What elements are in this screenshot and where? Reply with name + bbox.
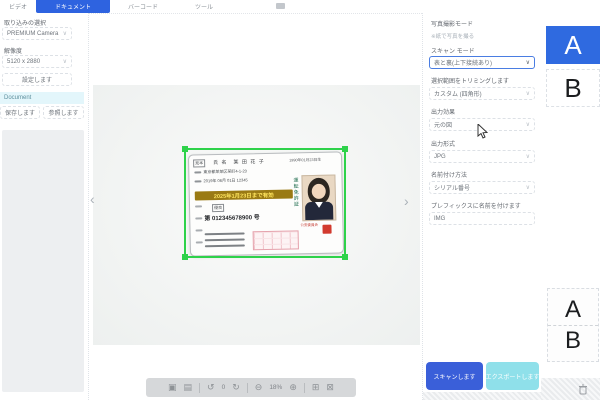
scan-settings-panel: 写真撮影モード ※紙で写真を撮る スキャン モード 表と裏(上下接続あり) ∨ … xyxy=(422,13,543,400)
scan-mode-value: 表と裏(上下接続あり) xyxy=(434,58,492,67)
copy-icon[interactable]: ▤ xyxy=(184,383,193,392)
thumbnail-a-label: A xyxy=(564,30,581,61)
thumbnail-page-a[interactable]: A xyxy=(546,26,600,64)
scan-button-label: スキャンします xyxy=(433,372,475,381)
trim-label: 選択範囲をトリミングします xyxy=(431,76,509,85)
export-button-label: エクスポートします xyxy=(486,372,540,381)
folder-header[interactable]: Document xyxy=(0,92,84,104)
combined-preview[interactable]: A B xyxy=(547,288,599,362)
tab-barcode[interactable]: バーコード xyxy=(120,0,166,13)
prefix-input-value: IMG xyxy=(434,216,445,222)
crop-handle-top-right[interactable] xyxy=(342,146,348,152)
file-list-area[interactable] xyxy=(2,130,84,392)
tab-tools-label: ツール xyxy=(195,2,213,11)
trash-icon[interactable] xyxy=(578,382,588,400)
tab-document[interactable]: ドキュメント xyxy=(36,0,110,13)
fit-icon[interactable]: ⊞ xyxy=(312,383,320,392)
export-button[interactable]: エクスポートします xyxy=(486,362,539,390)
prev-page-arrow[interactable]: ‹ xyxy=(90,194,95,204)
apply-settings-label: 設定します xyxy=(22,75,52,84)
image-icon[interactable]: ▣ xyxy=(168,383,177,392)
toolbar-divider xyxy=(304,383,305,393)
photo-mode-note: ※紙で写真を撮る xyxy=(431,32,474,40)
crop-icon[interactable]: ⊠ xyxy=(326,383,334,392)
mouse-cursor xyxy=(477,124,488,144)
tab-tools[interactable]: ツール xyxy=(186,0,222,13)
apply-settings-button[interactable]: 設定します xyxy=(2,73,72,86)
thumbnail-page-b[interactable]: B xyxy=(546,69,600,107)
chevron-down-icon: ∨ xyxy=(526,90,530,97)
save-button-label: 保存します xyxy=(5,108,35,117)
chevron-down-icon: ∨ xyxy=(526,153,530,160)
combined-preview-top: A xyxy=(565,295,581,325)
thumbnail-bottom-texture xyxy=(541,378,600,400)
zoom-out-icon[interactable]: ⊖ xyxy=(255,383,263,392)
rotate-right-icon[interactable]: ↻ xyxy=(232,383,240,392)
zoom-level-value: 18% xyxy=(269,384,282,391)
output-effect-label: 出力効果 xyxy=(431,107,455,116)
preview-toolbar: ▣ ▤ ↺ 0 ↻ ⊖ 18% ⊕ ⊞ ⊠ xyxy=(146,378,356,397)
resolution-select[interactable]: 5120 x 2880 ∨ xyxy=(2,55,72,68)
chevron-down-icon: ∨ xyxy=(63,58,67,65)
save-button[interactable]: 保存します xyxy=(0,106,40,119)
naming-method-value: シリアル番号 xyxy=(434,183,470,192)
output-format-select[interactable]: JPG ∨ xyxy=(429,150,535,163)
tab-document-label: ドキュメント xyxy=(55,2,91,11)
resolution-label: 解像度 xyxy=(4,46,22,55)
folder-header-label: Document xyxy=(4,95,31,101)
naming-method-label: 名前付け方法 xyxy=(431,170,467,179)
naming-method-select[interactable]: シリアル番号 ∨ xyxy=(429,181,535,194)
top-tab-bar: ビデオ ドキュメント バーコード ツール xyxy=(0,0,600,14)
trim-select[interactable]: カスタム (四角形) ∨ xyxy=(429,87,535,100)
zoom-in-icon[interactable]: ⊕ xyxy=(289,383,297,392)
rotation-value: 0 xyxy=(222,384,226,391)
camera-select[interactable]: PREMIUM Camera ∨ xyxy=(2,27,72,40)
resolution-select-value: 5120 x 2880 xyxy=(7,59,40,65)
tab-barcode-label: バーコード xyxy=(128,2,158,11)
toolbar-divider xyxy=(199,383,200,393)
prefix-input[interactable]: IMG xyxy=(429,212,535,225)
output-format-label: 出力形式 xyxy=(431,139,455,148)
crop-handle-top-left[interactable] xyxy=(182,146,188,152)
output-format-value: JPG xyxy=(434,154,446,160)
scan-mode-label: スキャン モード xyxy=(431,46,475,55)
rotate-left-icon[interactable]: ↺ xyxy=(207,383,215,392)
prefix-label: プレフィックスに名前を付けます xyxy=(431,201,521,210)
trim-value: カスタム (四角形) xyxy=(434,89,482,98)
photo-mode-label[interactable]: 写真撮影モード xyxy=(431,19,473,28)
source-select-label: 取り込みの選択 xyxy=(4,18,46,27)
combined-preview-bottom: B xyxy=(548,325,598,356)
browse-button-label: 参照します xyxy=(48,108,78,117)
crop-handle-bottom-right[interactable] xyxy=(342,254,348,260)
window-icon[interactable] xyxy=(276,3,285,9)
scan-button[interactable]: スキャンします xyxy=(426,362,483,390)
chevron-down-icon: ∨ xyxy=(526,59,530,66)
tab-video[interactable]: ビデオ xyxy=(2,0,34,13)
scan-mode-select[interactable]: 表と裏(上下接続あり) ∨ xyxy=(429,56,535,69)
camera-select-value: PREMIUM Camera xyxy=(7,31,58,37)
thumbnail-b-label: B xyxy=(564,73,581,104)
chevron-down-icon: ∨ xyxy=(63,30,67,37)
toolbar-divider xyxy=(247,383,248,393)
crop-selection-box[interactable] xyxy=(184,148,346,258)
left-settings-panel: 取り込みの選択 PREMIUM Camera ∨ 解像度 5120 x 2880… xyxy=(0,13,89,400)
crop-handle-bottom-left[interactable] xyxy=(182,254,188,260)
browse-button[interactable]: 参照します xyxy=(43,106,84,119)
output-effect-value: 元の図 xyxy=(434,120,452,129)
tab-video-label: ビデオ xyxy=(9,2,27,11)
next-page-arrow[interactable]: › xyxy=(404,196,409,206)
chevron-down-icon: ∨ xyxy=(526,121,530,128)
chevron-down-icon: ∨ xyxy=(526,184,530,191)
